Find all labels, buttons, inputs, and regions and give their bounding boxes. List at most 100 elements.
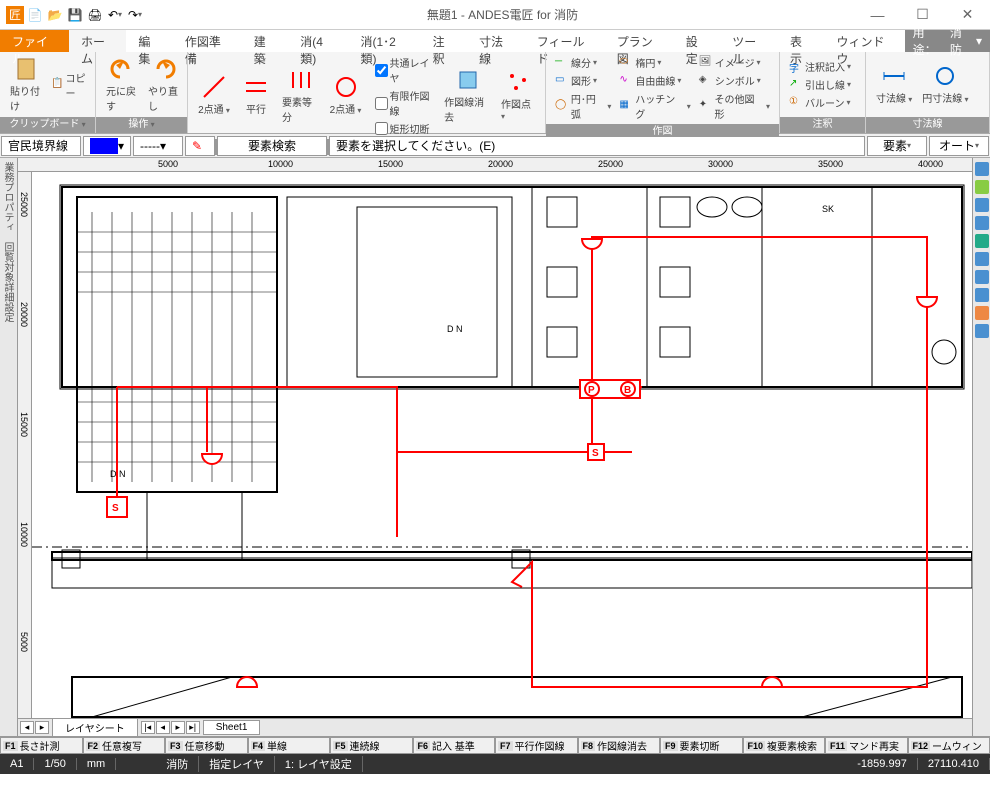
status-layer-no[interactable]: 1: レイヤ設定 [275, 756, 363, 772]
circle-arc-icon: ◯ [555, 99, 569, 113]
paste-button[interactable]: 貼り付け [6, 55, 46, 115]
tab-edit[interactable]: 編集 [126, 30, 172, 52]
tab-plan[interactable]: プラン図 [605, 30, 674, 52]
parallel-icon [244, 75, 268, 99]
image-button[interactable]: 🖼イメージ [696, 54, 773, 71]
limited-line-check[interactable]: 有限作図線 [372, 87, 439, 119]
erase-icon [456, 68, 480, 92]
rtool-5-icon[interactable] [975, 234, 989, 248]
circdim-button[interactable]: 円寸法線 [918, 62, 972, 107]
status-mode[interactable]: 消防 [156, 756, 199, 772]
usage-selector[interactable]: 用途： 消防▾ [905, 30, 990, 52]
status-layer[interactable]: 指定レイヤ [199, 756, 275, 772]
symbol-button[interactable]: ◈シンボル [696, 72, 773, 89]
dim-button[interactable]: 寸法線 [872, 62, 916, 107]
ellipse-button[interactable]: ⬭楕円 [616, 54, 693, 71]
redo-button[interactable]: やり直し [144, 55, 184, 115]
tab-tool[interactable]: ツール [720, 30, 778, 52]
redo-qa-icon[interactable]: ↷ [126, 6, 144, 24]
equally-icon [289, 68, 313, 92]
draw-point-button[interactable]: 作図点 [497, 68, 539, 124]
freecurve-button[interactable]: ∿自由曲線 [616, 72, 693, 89]
tab-fire4[interactable]: 消(4類) [288, 30, 348, 52]
tab-window[interactable]: ウィンドウ [824, 30, 904, 52]
fnkey-F4[interactable]: F4単線 [248, 737, 331, 754]
hatch-button[interactable]: ▦ハッチング [616, 90, 693, 122]
tab-view[interactable]: 表示 [778, 30, 824, 52]
fnkey-F6[interactable]: F6記入 基準 [413, 737, 496, 754]
print-icon[interactable]: 🖨 [86, 6, 104, 24]
sheet-nav2[interactable]: |◂◂▸▸| [139, 721, 202, 734]
rect-cut-check[interactable]: 矩形切断 [372, 120, 439, 137]
tab-settings[interactable]: 設定 [674, 30, 720, 52]
color-swatch[interactable]: ▾ [83, 136, 131, 156]
rtool-3-icon[interactable] [975, 198, 989, 212]
leader-button[interactable]: ↗引出し線 [786, 76, 854, 93]
open-icon[interactable]: 📂 [46, 6, 64, 24]
point-icon [506, 70, 530, 94]
fnkey-F11[interactable]: F11マンド再実 [825, 737, 908, 754]
segment-button[interactable]: ─線分 [552, 54, 614, 71]
erase-line-button[interactable]: 作図線消去 [440, 66, 495, 126]
fnkey-F9[interactable]: F9要素切断 [660, 737, 743, 754]
auto-mode[interactable]: オート [929, 136, 989, 156]
balloon-button[interactable]: ①バルーン [786, 94, 854, 111]
rtool-7-icon[interactable] [975, 270, 989, 284]
sheet-nav[interactable]: ◂▸ [18, 721, 51, 734]
group-clipboard: クリップボード [0, 117, 95, 133]
status-paper[interactable]: A1 [0, 758, 34, 770]
new-icon[interactable]: 📄 [26, 6, 44, 24]
circle-arc-button[interactable]: ◯円･円弧 [552, 90, 614, 122]
tab-annot[interactable]: 注釈 [421, 30, 467, 52]
status-unit[interactable]: mm [77, 758, 116, 770]
tab-fire12[interactable]: 消(1･2類) [349, 30, 421, 52]
rtool-6-icon[interactable] [975, 252, 989, 266]
tab-arch[interactable]: 建築 [242, 30, 288, 52]
copy-button[interactable]: 📋 コピー [48, 69, 89, 101]
fnkey-F2[interactable]: F2任意複写 [83, 737, 166, 754]
right-tool-strip[interactable] [972, 158, 990, 736]
undo-button[interactable]: 元に戻す [102, 55, 142, 115]
fnkey-F7[interactable]: F7平行作図線 [495, 737, 578, 754]
fnkey-F1[interactable]: F1長さ計測 [0, 737, 83, 754]
tab-dim[interactable]: 寸法線 [467, 30, 525, 52]
fnkey-F5[interactable]: F5連続線 [330, 737, 413, 754]
fnkey-F8[interactable]: F8作図線消去 [578, 737, 661, 754]
pen-icon[interactable]: ✎ [185, 136, 215, 156]
parallel-button[interactable]: 平行 [236, 73, 276, 118]
fnkey-F10[interactable]: F10複要素検索 [743, 737, 826, 754]
tab-drawprep[interactable]: 作図準備 [173, 30, 242, 52]
shape-button[interactable]: ▭図形 [552, 72, 614, 89]
save-icon[interactable]: 💾 [66, 6, 84, 24]
rtool-2-icon[interactable] [975, 180, 989, 194]
sheet1-tab[interactable]: Sheet1 [203, 720, 261, 735]
layersheet-tab[interactable]: レイヤシート [52, 718, 138, 737]
twopt-button[interactable]: 2点通 [194, 73, 234, 118]
equally-button[interactable]: 要素等分 [278, 66, 324, 126]
fnkey-F3[interactable]: F3任意移動 [165, 737, 248, 754]
rtool-10-icon[interactable] [975, 324, 989, 338]
common-layer-check[interactable]: 共通レイヤ [372, 54, 439, 86]
text-annot-button[interactable]: 字注釈記入 [786, 58, 854, 75]
undo-qa-icon[interactable]: ↶ [106, 6, 124, 24]
drawing-canvas[interactable]: D N D N SK P B S S [32, 172, 972, 718]
tab-field[interactable]: フィールド [525, 30, 605, 52]
rtool-1-icon[interactable] [975, 162, 989, 176]
fnkey-F12[interactable]: F12ームウィン [908, 737, 990, 754]
file-tab[interactable]: ファイル [0, 30, 69, 52]
svg-text:SK: SK [822, 204, 834, 214]
rtool-4-icon[interactable] [975, 216, 989, 230]
linestyle-field[interactable]: -----▾ [133, 136, 183, 156]
svg-text:P: P [588, 385, 595, 396]
left-panel-tabs[interactable]: 業務プロパティ 回覧対象詳細設定 [0, 158, 18, 736]
rtool-9-icon[interactable] [975, 306, 989, 320]
layer-name-field[interactable]: 官民境界線 [1, 136, 81, 156]
status-scale[interactable]: 1/50 [34, 758, 76, 770]
element-mode[interactable]: 要素 [867, 136, 927, 156]
minimize-button[interactable]: — [855, 1, 900, 29]
twopt2-button[interactable]: 2点通 [326, 73, 366, 118]
other-shape-button[interactable]: ✦その他図形 [696, 90, 773, 122]
tab-home[interactable]: ホーム [69, 30, 126, 52]
rtool-8-icon[interactable] [975, 288, 989, 302]
search-button[interactable]: 要素検索 [217, 136, 327, 156]
